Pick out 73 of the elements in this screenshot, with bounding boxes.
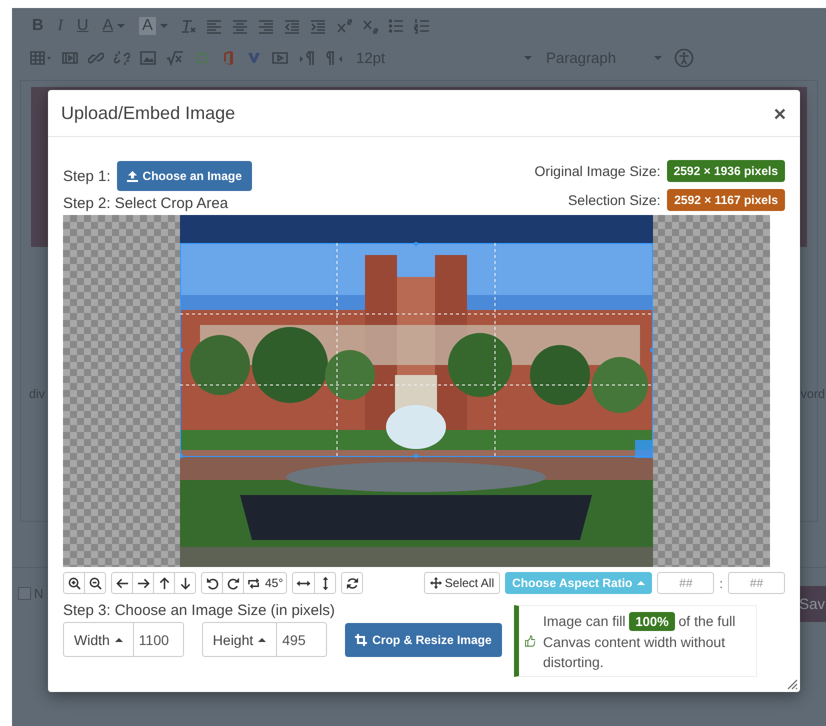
number-list-icon[interactable] bbox=[414, 18, 430, 34]
outdent-icon[interactable] bbox=[284, 18, 300, 34]
arrow-left-icon bbox=[116, 576, 128, 590]
align-right-icon[interactable] bbox=[258, 18, 274, 34]
ratio-separator: : bbox=[719, 576, 723, 590]
size-badge: 2592 × 1167 pixels bbox=[667, 188, 785, 211]
step-label: Step 1: bbox=[63, 168, 111, 184]
superscript-icon[interactable] bbox=[336, 18, 352, 34]
dimension-input[interactable]: 495 bbox=[277, 622, 328, 657]
close-button[interactable]: × bbox=[774, 103, 786, 127]
clear-format-icon[interactable] bbox=[180, 18, 196, 34]
vertical-arrows-icon bbox=[320, 576, 330, 590]
arrow-down-button[interactable] bbox=[174, 572, 196, 594]
rotate-left-icon bbox=[206, 576, 218, 590]
subscript-icon[interactable] bbox=[362, 18, 378, 34]
image-icon[interactable] bbox=[140, 50, 156, 66]
video-icon[interactable] bbox=[272, 50, 288, 66]
ratio-input[interactable]: ## bbox=[728, 572, 785, 594]
vertical-arrows-button[interactable] bbox=[314, 572, 336, 594]
checkbox[interactable] bbox=[18, 587, 31, 600]
zoom-out-icon bbox=[88, 576, 102, 590]
crop-selection-frame[interactable] bbox=[180, 242, 653, 458]
arrow-down-icon bbox=[178, 576, 192, 590]
refresh-button[interactable] bbox=[341, 572, 364, 594]
dimension-dropdown[interactable]: Width bbox=[63, 622, 134, 657]
step-label: Step 3: Choose an Image Size (in pixels) bbox=[63, 602, 336, 619]
dimension-dropdown[interactable]: Height bbox=[202, 622, 278, 657]
upload-icon bbox=[126, 170, 138, 182]
arrow-left-button[interactable] bbox=[111, 572, 133, 594]
dialog-title: Upload/Embed Image bbox=[61, 102, 236, 124]
arrow-up-button[interactable] bbox=[153, 572, 175, 594]
zoom-in-button[interactable] bbox=[63, 572, 85, 594]
arrow-right-button[interactable] bbox=[132, 572, 154, 594]
square-root-icon[interactable] bbox=[166, 50, 184, 66]
vee-icon[interactable] bbox=[246, 50, 262, 66]
media-icon[interactable] bbox=[62, 50, 78, 66]
bullet-list-icon[interactable] bbox=[388, 18, 404, 34]
paragraph-rtl-icon[interactable] bbox=[326, 50, 344, 66]
save-button[interactable]: Sav bbox=[797, 586, 826, 622]
crop-resize-button[interactable]: Crop & Resize Image bbox=[345, 622, 502, 656]
indent-icon[interactable] bbox=[310, 18, 326, 34]
rotate-left-button[interactable] bbox=[201, 572, 223, 594]
step-label: Step 2: Select Crop Area bbox=[63, 195, 230, 212]
highlight-button[interactable]: A bbox=[137, 15, 170, 37]
horizontal-arrows-button[interactable] bbox=[292, 572, 316, 594]
size-label: Selection Size: bbox=[568, 192, 661, 208]
select-all-button[interactable]: Select All bbox=[424, 572, 500, 594]
crop-canvas[interactable] bbox=[63, 215, 770, 567]
paragraph-ltr-icon[interactable] bbox=[298, 50, 316, 66]
move-icon bbox=[430, 577, 442, 589]
size-label: Original Image Size: bbox=[534, 163, 661, 180]
fill-message: Image can fill 100% of the full Canvas content width without distorting. bbox=[543, 610, 736, 672]
size-badge: 2592 × 1936 pixels bbox=[666, 160, 785, 182]
ratio-input[interactable]: ## bbox=[657, 572, 714, 594]
link-icon[interactable] bbox=[88, 50, 104, 66]
accessibility-icon[interactable] bbox=[674, 48, 694, 68]
arrow-up-icon bbox=[158, 576, 170, 590]
crop-icon bbox=[355, 634, 368, 646]
dimension-input[interactable]: 1100 bbox=[134, 622, 184, 657]
repeat-button[interactable]: 45° bbox=[243, 572, 288, 594]
zoom-in-icon bbox=[68, 576, 80, 590]
choose-image-button[interactable]: Choose an Image bbox=[116, 161, 252, 191]
align-left-icon[interactable] bbox=[206, 18, 222, 34]
align-center-icon[interactable] bbox=[232, 18, 248, 34]
arrow-right-icon bbox=[136, 576, 150, 590]
rotate-right-button[interactable] bbox=[222, 572, 244, 594]
table-icon[interactable] bbox=[30, 50, 52, 66]
zoom-out-button[interactable] bbox=[84, 572, 106, 594]
resize-grip-icon[interactable] bbox=[787, 679, 798, 690]
repeat-icon bbox=[247, 576, 262, 590]
sparkle-icon[interactable] bbox=[194, 50, 210, 66]
rotate-right-icon bbox=[226, 576, 240, 590]
refresh-icon bbox=[346, 576, 359, 590]
